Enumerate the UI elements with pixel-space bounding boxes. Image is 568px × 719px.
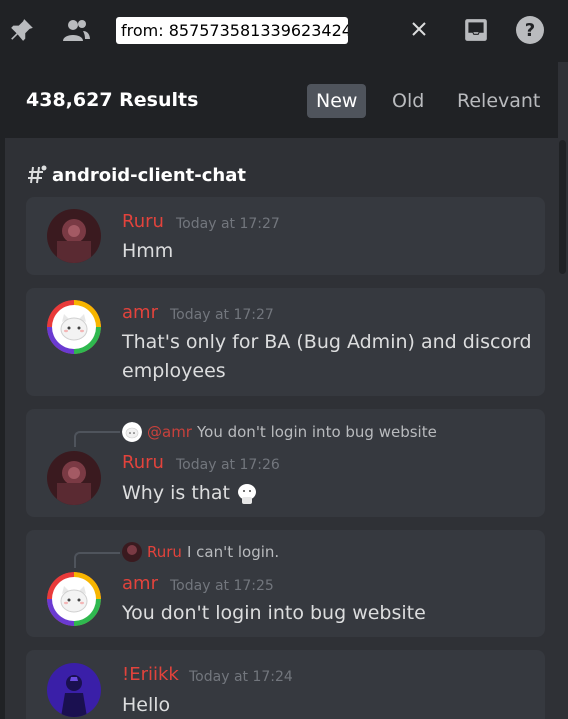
left-border <box>0 62 5 719</box>
text-channel-icon <box>26 164 48 186</box>
results-header: 438,627 Results New Old Relevant <box>5 62 558 138</box>
avatar[interactable] <box>47 300 101 354</box>
channel-heading[interactable]: android-client-chat <box>26 162 246 188</box>
inbox-icon[interactable] <box>460 14 492 46</box>
reply-text: I can't login. <box>186 543 280 561</box>
pin-icon[interactable] <box>6 14 38 46</box>
avatar[interactable] <box>47 209 101 263</box>
sort-new-button[interactable]: New <box>307 84 367 118</box>
members-icon[interactable] <box>60 14 92 46</box>
results-count: 438,627 Results <box>26 89 199 111</box>
reply-preview[interactable]: @amr You don't login into bug website <box>122 422 437 442</box>
message-content: Why is that <box>122 482 230 504</box>
reply-author[interactable]: Ruru <box>147 543 182 561</box>
scrollbar[interactable] <box>559 140 566 274</box>
message-content: That's only for BA (Bug Admin) and disco… <box>122 331 532 382</box>
message-author[interactable]: amr <box>122 302 158 323</box>
channel-name: android-client-chat <box>52 164 246 186</box>
message-content-row: Why is that <box>122 479 532 508</box>
avatar[interactable] <box>47 451 101 505</box>
search-result-message[interactable]: Ruru I can't login. amr Today at 17:25 Y… <box>26 530 545 637</box>
sort-old-button[interactable]: Old <box>383 84 433 118</box>
message-content: Hello <box>122 694 171 716</box>
message-author[interactable]: Ruru <box>122 211 164 232</box>
message-content: Hmm <box>122 240 174 262</box>
search-bar: from: 857573581339623424 <box>114 15 439 46</box>
sort-relevant-button[interactable]: Relevant <box>448 84 549 118</box>
help-icon[interactable]: ? <box>514 14 546 46</box>
reply-spine <box>74 431 120 447</box>
message-timestamp: Today at 17:25 <box>170 578 274 594</box>
message-timestamp: Today at 17:27 <box>170 307 274 323</box>
message-timestamp: Today at 17:24 <box>189 669 293 685</box>
sticker-emoji-icon[interactable] <box>236 482 258 506</box>
reply-preview[interactable]: Ruru I can't login. <box>122 542 279 562</box>
message-author[interactable]: !Eriikk <box>122 664 179 685</box>
message-author[interactable]: Ruru <box>122 452 164 473</box>
search-result-message[interactable]: amr Today at 17:27 That's only for BA (B… <box>26 288 545 396</box>
message-content: You don't login into bug website <box>122 602 426 624</box>
avatar[interactable] <box>47 572 101 626</box>
reply-avatar <box>122 542 142 562</box>
top-toolbar: from: 857573581339623424 ? <box>0 0 568 62</box>
reply-avatar <box>122 422 142 442</box>
search-result-message[interactable]: !Eriikk Today at 17:24 Hello <box>26 650 545 719</box>
close-icon <box>412 21 426 40</box>
reply-text: You don't login into bug website <box>196 423 437 441</box>
message-timestamp: Today at 17:27 <box>176 216 280 232</box>
svg-text:?: ? <box>525 20 535 41</box>
search-input[interactable]: from: 857573581339623424 <box>116 17 348 44</box>
search-result-message[interactable]: Ruru Today at 17:27 Hmm <box>26 197 545 275</box>
reply-mention[interactable]: @amr <box>147 423 192 441</box>
avatar[interactable] <box>47 663 101 717</box>
clear-search-button[interactable] <box>404 15 434 46</box>
reply-spine <box>74 552 120 568</box>
message-author[interactable]: amr <box>122 573 158 594</box>
search-result-message[interactable]: @amr You don't login into bug website Ru… <box>26 409 545 517</box>
message-timestamp: Today at 17:26 <box>176 457 280 473</box>
